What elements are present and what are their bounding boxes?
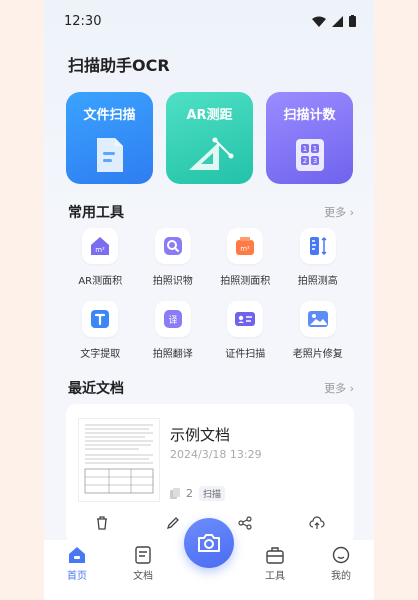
feature-label: AR测距	[186, 108, 233, 123]
delete-icon[interactable]	[95, 516, 109, 530]
tab-tools[interactable]: 工具	[250, 546, 300, 582]
translate-icon: 译	[163, 310, 182, 328]
svg-text:m²: m²	[240, 245, 250, 253]
svg-text:3: 3	[312, 157, 316, 165]
svg-text:2: 2	[302, 157, 306, 165]
tool-text-extract[interactable]: 文字提取	[64, 301, 137, 360]
camera-icon	[198, 534, 220, 552]
area-measure-icon: m²	[236, 237, 255, 255]
text-extract-icon	[91, 310, 110, 328]
tab-label: 工具	[265, 571, 285, 582]
tool-label: AR测面积	[78, 276, 123, 287]
cloud-upload-icon[interactable]	[309, 516, 325, 530]
page-stack-icon	[170, 488, 180, 499]
edit-icon[interactable]	[166, 516, 180, 530]
tab-home[interactable]: 首页	[52, 546, 102, 582]
signal-icon	[332, 15, 343, 27]
feature-file-scan[interactable]: 文件扫描	[66, 92, 153, 184]
svg-text:1: 1	[312, 145, 316, 153]
tool-id-scan[interactable]: 证件扫描	[209, 301, 282, 360]
svg-text:1: 1	[302, 145, 306, 153]
doc-thumbnail	[78, 418, 160, 502]
app-title: 扫描助手OCR	[68, 56, 170, 75]
tab-label: 文档	[133, 571, 153, 582]
phone-screen: 12:30 扫描助手OCR 文件扫描 AR测距 扫描计数 1 1 2 3 常用工…	[44, 0, 374, 600]
tool-label: 拍照测面积	[220, 276, 271, 287]
tool-label: 老照片修复	[292, 349, 343, 360]
feature-cards: 文件扫描 AR测距 扫描计数 1 1 2 3	[66, 92, 354, 184]
tab-documents[interactable]: 文档	[118, 546, 168, 582]
tool-label: 拍照测高	[297, 276, 338, 287]
doc-thumbnail-lines	[84, 424, 154, 494]
feature-label: 扫描计数	[283, 108, 336, 123]
feature-ar-measure[interactable]: AR测距	[166, 92, 253, 184]
tool-label: 证件扫描	[225, 349, 266, 360]
tool-photo-identify[interactable]: 拍照识物	[137, 228, 210, 287]
svg-text:译: 译	[168, 315, 177, 326]
profile-icon	[332, 546, 350, 564]
camera-button[interactable]	[184, 518, 234, 568]
number-grid-icon: 1 1 2 3	[295, 139, 324, 171]
tools-more-link[interactable]: 更多 ›	[324, 204, 354, 220]
tools-section-header: 常用工具 更多 ›	[68, 202, 354, 222]
section-title: 最近文档	[68, 381, 124, 397]
feature-label: 文件扫描	[83, 108, 136, 123]
area-home-icon: m²	[91, 237, 110, 255]
battery-icon	[349, 15, 356, 27]
doc-tag: 扫描	[199, 486, 226, 501]
docs-more-link[interactable]: 更多 ›	[324, 380, 354, 396]
tool-label: 拍照识物	[152, 276, 193, 287]
tools-grid: m² AR测面积 拍照识物 m² 拍照测面积 拍照测高 文字提取 译 拍照翻译 …	[64, 228, 354, 360]
document-icon	[96, 138, 123, 172]
doc-name: 示例文档	[170, 426, 231, 444]
tool-photo-height[interactable]: 拍照测高	[282, 228, 355, 287]
svg-text:m²: m²	[95, 246, 105, 254]
section-title: 常用工具	[68, 205, 124, 221]
doc-page-count: 2	[186, 487, 193, 500]
height-measure-icon	[309, 236, 327, 256]
doc-date: 2024/3/18 13:29	[170, 448, 262, 461]
tool-photo-translate[interactable]: 译 拍照翻译	[137, 301, 210, 360]
docs-section-header: 最近文档 更多 ›	[68, 378, 354, 398]
id-card-icon	[235, 312, 256, 326]
share-icon[interactable]	[238, 516, 252, 530]
tool-photo-restore[interactable]: 老照片修复	[282, 301, 355, 360]
ruler-triangle-icon	[188, 137, 233, 170]
wifi-icon	[312, 16, 326, 27]
tab-profile[interactable]: 我的	[316, 546, 366, 582]
home-icon	[69, 547, 85, 563]
tool-label: 文字提取	[80, 349, 121, 360]
doc-meta: 2 扫描	[170, 486, 226, 501]
feature-scan-count[interactable]: 扫描计数 1 1 2 3	[266, 92, 353, 184]
tab-label: 首页	[67, 571, 87, 582]
object-search-icon	[163, 237, 182, 255]
toolbox-icon	[266, 547, 284, 564]
status-bar: 12:30	[44, 0, 374, 42]
document-tab-icon	[135, 546, 151, 564]
tool-label: 拍照翻译	[152, 349, 193, 360]
tool-photo-area[interactable]: m² 拍照测面积	[209, 228, 282, 287]
status-time: 12:30	[64, 13, 102, 29]
tool-ar-area[interactable]: m² AR测面积	[64, 228, 137, 287]
tab-label: 我的	[331, 571, 351, 582]
photo-restore-icon	[307, 311, 328, 327]
